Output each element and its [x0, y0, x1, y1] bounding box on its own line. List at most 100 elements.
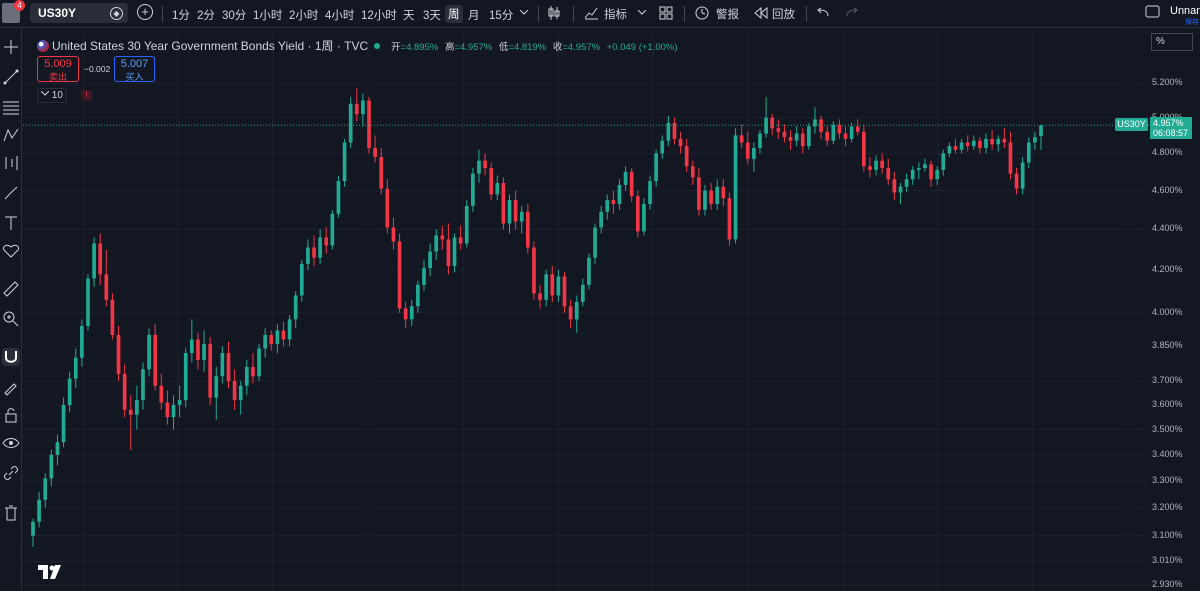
save-button[interactable]: 保存	[1185, 17, 1199, 27]
candle	[666, 115, 671, 147]
candle-body	[495, 183, 500, 195]
alarm-clock-icon[interactable]	[694, 5, 710, 21]
candle	[183, 348, 188, 408]
candle-body	[238, 385, 243, 401]
symbol-search-box[interactable]: US30Y ◆	[30, 3, 128, 23]
timeframe-1mo[interactable]: 月	[468, 7, 480, 23]
trend-line-icon[interactable]	[2, 68, 20, 86]
candle-body	[727, 198, 732, 240]
candle	[910, 166, 915, 185]
candle-body	[416, 284, 420, 307]
text-icon[interactable]	[2, 214, 20, 232]
candle	[538, 284, 542, 309]
indicators-button[interactable]: 指标	[604, 6, 627, 22]
candle-body	[31, 521, 35, 536]
buy-button[interactable]: 5.007 买入	[114, 56, 155, 82]
candle-body	[703, 190, 707, 210]
pattern-icon[interactable]	[2, 126, 20, 144]
indicators-icon[interactable]	[584, 5, 599, 20]
candle-body	[251, 366, 255, 377]
zoom-in-icon[interactable]	[2, 310, 20, 328]
redo-icon[interactable]	[846, 7, 858, 17]
scale-mode-button[interactable]: %	[1151, 33, 1193, 51]
candle-body	[654, 153, 658, 182]
warning-icon[interactable]: !	[81, 90, 92, 101]
add-symbol-icon[interactable]: +	[137, 4, 153, 20]
ruler-icon[interactable]	[2, 280, 20, 298]
candle	[739, 124, 744, 148]
chevron-down-icon[interactable]	[638, 10, 646, 16]
timeframe-12h[interactable]: 12小时	[361, 7, 397, 23]
candle	[489, 162, 494, 201]
candle-body	[306, 247, 310, 264]
fib-retracement-icon[interactable]	[2, 98, 20, 116]
alert-button[interactable]: 警报	[716, 6, 739, 22]
crosshair-icon[interactable]	[2, 38, 20, 56]
templates-icon[interactable]	[659, 6, 673, 20]
indicators-toggle[interactable]: 10	[37, 88, 67, 103]
candle-body	[532, 247, 536, 294]
timeframe-3d[interactable]: 3天	[423, 7, 441, 23]
candle	[257, 343, 261, 381]
candle-body	[128, 409, 133, 415]
replay-button[interactable]: 回放	[772, 6, 795, 22]
candle-body	[373, 147, 377, 158]
brush-icon[interactable]	[2, 184, 20, 202]
drawing-toolbar	[0, 28, 22, 591]
chevron-down-icon[interactable]	[520, 10, 528, 16]
tradingview-logo[interactable]	[38, 565, 64, 583]
timeframe-1m[interactable]: 1分	[172, 7, 190, 23]
timeframe-1h[interactable]: 1小时	[253, 7, 282, 23]
price-axis-label: 4.600%	[1152, 184, 1183, 195]
candle	[849, 122, 854, 143]
candle	[587, 253, 591, 290]
magnet-icon[interactable]	[2, 348, 20, 366]
layout-name[interactable]: Unnam	[1170, 5, 1200, 17]
timeframe-15m[interactable]: 15分	[489, 7, 513, 23]
candle-body	[690, 166, 695, 178]
candle	[996, 135, 1001, 152]
candles-icon[interactable]	[548, 5, 560, 21]
chart-pane[interactable]: United States 30 Year Government Bonds Y…	[23, 29, 1149, 591]
candle	[190, 319, 194, 363]
sell-button[interactable]: 5.009 卖出	[37, 56, 79, 82]
price-axis-label: 3.700%	[1152, 374, 1183, 385]
candle-body	[385, 188, 390, 228]
eye-icon[interactable]	[2, 434, 20, 452]
candle-body	[37, 499, 41, 522]
candlestick-chart[interactable]	[23, 29, 1149, 591]
candle	[110, 293, 115, 340]
timeframe-2h[interactable]: 2小时	[289, 7, 318, 23]
candle	[794, 126, 799, 147]
timeframe-1d[interactable]: 天	[403, 7, 415, 23]
candle-body	[214, 376, 219, 398]
candle-body	[678, 138, 683, 147]
rewind-icon[interactable]	[754, 7, 768, 19]
chevron-down-icon	[40, 90, 50, 96]
candle	[611, 190, 616, 214]
timeframe-2m[interactable]: 2分	[197, 7, 215, 23]
close-label: 收	[552, 42, 563, 53]
lock-icon[interactable]	[2, 406, 20, 424]
candle	[128, 395, 133, 450]
compare-icon[interactable]: ◆	[110, 7, 123, 20]
layout-icon[interactable]	[1145, 5, 1160, 19]
candle	[776, 119, 781, 139]
link-icon[interactable]	[2, 464, 20, 482]
candle	[202, 330, 206, 372]
candle-body	[403, 308, 408, 320]
timeframe-30m[interactable]: 30分	[222, 7, 246, 23]
candle-body	[642, 203, 646, 232]
toolbar-divider	[573, 6, 574, 22]
heart-icon[interactable]	[2, 242, 20, 260]
timeframe-1w[interactable]: 周	[445, 5, 463, 23]
top-toolbar: 4 US30Y ◆ + 1分 2分 30分 1小时 2小时 4小时 12小时 天…	[0, 0, 1200, 28]
candle	[825, 126, 830, 147]
price-axis[interactable]: 5.200%5.000%4.800%4.600%4.400%4.200%4.00…	[1149, 29, 1200, 591]
candle	[452, 233, 457, 273]
undo-icon[interactable]	[817, 7, 829, 17]
timeframe-4h[interactable]: 4小时	[325, 7, 354, 23]
prediction-icon[interactable]	[2, 154, 20, 172]
pencil-lock-icon[interactable]	[2, 378, 20, 396]
trash-icon[interactable]	[2, 504, 20, 522]
